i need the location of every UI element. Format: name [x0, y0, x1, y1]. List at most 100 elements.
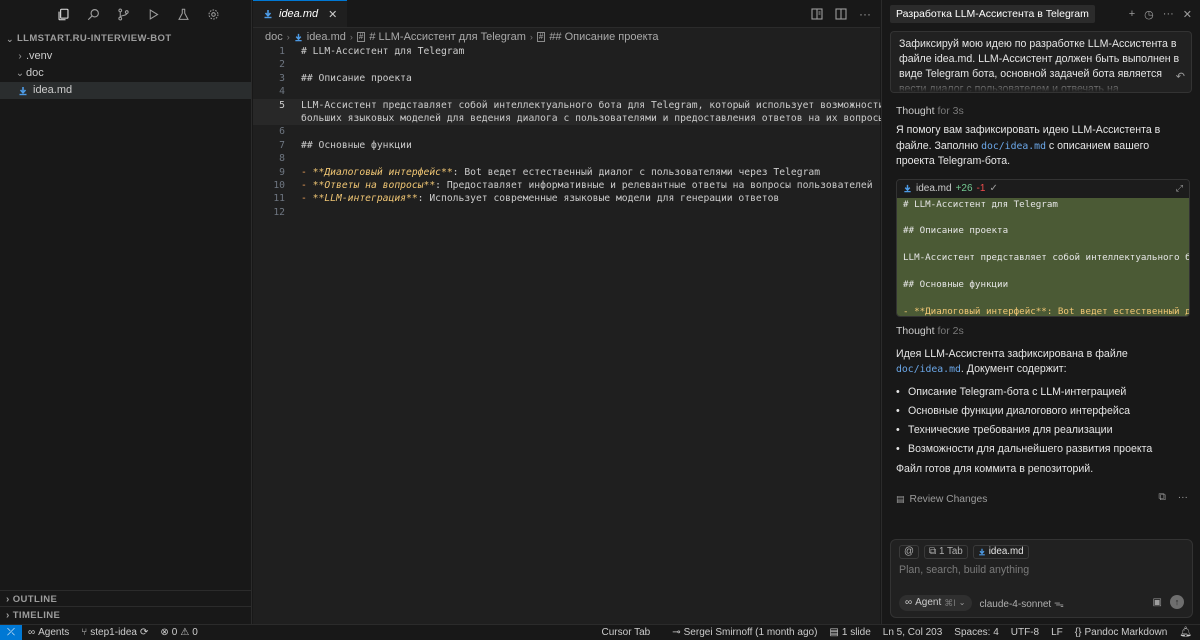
review-list-icon: ▤ [896, 493, 905, 504]
review-changes-button[interactable]: ▤ Review Changes ⧉ ··· [882, 491, 1200, 507]
workspace-root-header[interactable]: ⌄ LLMSTART.RU-INTERVIEW-BOT [0, 30, 251, 48]
line-number: 12 [273, 206, 285, 218]
close-icon[interactable]: ✕ [1183, 8, 1192, 21]
image-attach-icon[interactable]: ▣ [1153, 597, 1162, 608]
status-agents[interactable]: ∞ Agents [22, 627, 75, 638]
status-problems[interactable]: ⊗ 0 ⚠ 0 [154, 627, 203, 638]
chat-title-tab[interactable]: Разработка LLM-Ассистента в Telegram [890, 5, 1095, 23]
code-line[interactable]: 2 [253, 58, 880, 71]
editor-actions: ··· [810, 7, 872, 21]
files-icon[interactable] [56, 7, 70, 21]
diff-header[interactable]: idea.md +26 -1 ✓ ⤢ [897, 179, 1189, 198]
chevron-right-icon: › [349, 32, 353, 42]
line-text [285, 58, 301, 71]
code-line[interactable]: 8 [253, 152, 880, 165]
workspace-root-label: LLMSTART.RU-INTERVIEW-BOT [16, 33, 172, 44]
code-line[interactable]: 9- **Диалоговый интерфейс**: Bot ведет е… [253, 166, 880, 179]
remote-icon[interactable]: ⤫ [0, 624, 22, 640]
diff-line: ## Основные функции [903, 278, 1009, 290]
diff-file-name: idea.md [916, 183, 952, 194]
code-line[interactable]: 1 # LLM-Ассистент для Telegram [253, 45, 880, 58]
diff-content: # LLM-Ассистент для Telegram ## Описание … [897, 197, 1189, 316]
status-agents-label: Agents [38, 627, 70, 638]
list-dash: - [301, 166, 313, 178]
tree-item-doc[interactable]: ⌄ doc [0, 65, 251, 82]
user-message[interactable]: Зафиксируй мою идею по разработке LLM-Ас… [890, 31, 1192, 93]
more-actions-icon[interactable]: ··· [858, 7, 872, 21]
status-slide[interactable]: ▤ 1 slide [823, 627, 876, 638]
line-text: # LLM-Ассистент для Telegram [301, 46, 465, 57]
status-cursor-tab[interactable]: Cursor Tab [596, 627, 657, 638]
line-number: 5 [279, 99, 285, 111]
branch-label: step1-idea [90, 627, 137, 638]
status-encoding[interactable]: UTF-8 [1005, 627, 1045, 638]
file-path-code[interactable]: doc/idea.md [981, 141, 1046, 152]
notifications-bell-icon[interactable]: 🔔︎ [1173, 627, 1200, 638]
more-actions-icon[interactable]: ··· [1163, 8, 1174, 21]
more-actions-icon[interactable]: ··· [1178, 492, 1188, 504]
markdown-file-icon [904, 184, 911, 193]
plain-text: : Использует современные языковые модели… [417, 193, 780, 205]
chat-input[interactable]: Plan, search, build anything [899, 564, 1029, 576]
tab-idea-md[interactable]: idea.md ✕ [253, 0, 348, 27]
model-label: claude-4-sonnet [979, 599, 1052, 610]
status-language[interactable]: {} Pandoc Markdown [1069, 627, 1174, 638]
split-editor-icon[interactable] [834, 7, 848, 21]
close-icon[interactable]: ✕ [328, 8, 337, 21]
breadcrumb-folder[interactable]: doc [265, 29, 283, 45]
status-indentation[interactable]: Spaces: 4 [948, 627, 1004, 638]
add-context-button[interactable]: @ [899, 545, 919, 559]
testing-flask-icon[interactable] [176, 7, 190, 21]
thought-indicator[interactable]: Thought for 3s [882, 105, 1200, 121]
tree-item-idea-md[interactable]: idea.md [0, 82, 251, 99]
brain-icon: ᯓ [1054, 599, 1064, 610]
model-selector[interactable]: claude-4-sonnet ᯓ [980, 596, 1064, 610]
chevron-right-icon: › [286, 32, 290, 42]
line-text [285, 206, 301, 219]
code-line[interactable]: 7 ## Основные функции [253, 139, 880, 152]
tab-context-chip[interactable]: ⧉ 1 Tab [923, 545, 968, 559]
chevron-right-icon: › [529, 32, 533, 42]
search-icon[interactable] [86, 7, 100, 21]
code-editor[interactable]: 1 # LLM-Ассистент для Telegram 2 3 ## Описан… [253, 45, 890, 219]
code-line[interactable]: 12 [253, 206, 880, 219]
expand-icon[interactable]: ⤢ [1176, 183, 1183, 194]
agent-mode-selector[interactable]: ∞ Agent ⌘I ⌄ [899, 595, 972, 611]
line-text: - **LLM-интеграция**: Использует совреме… [285, 192, 779, 205]
code-line[interactable]: 6 [253, 125, 880, 138]
breadcrumb-heading[interactable]: # LLM-Ассистент для Telegram [369, 29, 526, 45]
thought-indicator[interactable]: Thought for 2s [882, 325, 1200, 341]
assistant-reply: Я помогу вам зафиксировать идею LLM-Асси… [882, 123, 1200, 170]
message-fade [891, 78, 1191, 92]
status-branch[interactable]: ⑂ step1-idea ⟳ [75, 627, 154, 638]
send-arrow-icon[interactable]: ↑ [1170, 595, 1184, 609]
status-eol[interactable]: LF [1045, 627, 1069, 638]
file-path-code[interactable]: doc/idea.md [896, 364, 961, 375]
new-chat-plus-icon[interactable]: + [1129, 8, 1135, 21]
code-line[interactable]: 4 [253, 85, 880, 98]
diff-added-count: +26 [955, 183, 973, 194]
open-preview-icon[interactable] [810, 7, 824, 21]
infinity-icon: ∞ [28, 627, 36, 638]
code-line[interactable]: 5 LLM-Ассистент представляет собой интелл… [253, 98, 884, 112]
summary-list: Описание Telegram-бота с LLM-интеграцией… [882, 383, 1200, 459]
code-line[interactable]: 10- **Ответы на вопросы**: Предоставляет… [253, 179, 880, 192]
code-line[interactable]: больших языковых моделей для ведения диа… [253, 111, 890, 126]
sync-icon: ⟳ [139, 627, 149, 638]
source-control-icon[interactable] [116, 7, 130, 21]
tree-item-venv[interactable]: › .venv [0, 48, 251, 65]
error-icon: ⊗ [160, 627, 169, 638]
status-blame[interactable]: ⊸ Sergei Smirnoff (1 month ago) [666, 627, 823, 638]
settings-gear-icon[interactable] [206, 7, 220, 21]
code-line[interactable]: 3 ## Описание проекта [253, 72, 880, 85]
breadcrumb-subheading[interactable]: ## Описание проекта [549, 29, 658, 45]
timeline-section-header[interactable]: › TIMELINE [0, 606, 252, 624]
copy-icon[interactable]: ⧉ [1158, 492, 1165, 504]
breadcrumb-file[interactable]: idea.md [307, 29, 346, 45]
diff-line: LLM-Ассистент представляет собой интелле… [903, 252, 1189, 264]
code-line[interactable]: 11- **LLM-интеграция**: Использует совре… [253, 192, 880, 205]
history-clock-icon[interactable]: ◷ [1144, 8, 1154, 21]
file-context-chip[interactable]: idea.md [972, 545, 1029, 559]
run-debug-icon[interactable] [146, 7, 160, 21]
status-cursor-position[interactable]: Ln 5, Col 203 [877, 627, 949, 638]
